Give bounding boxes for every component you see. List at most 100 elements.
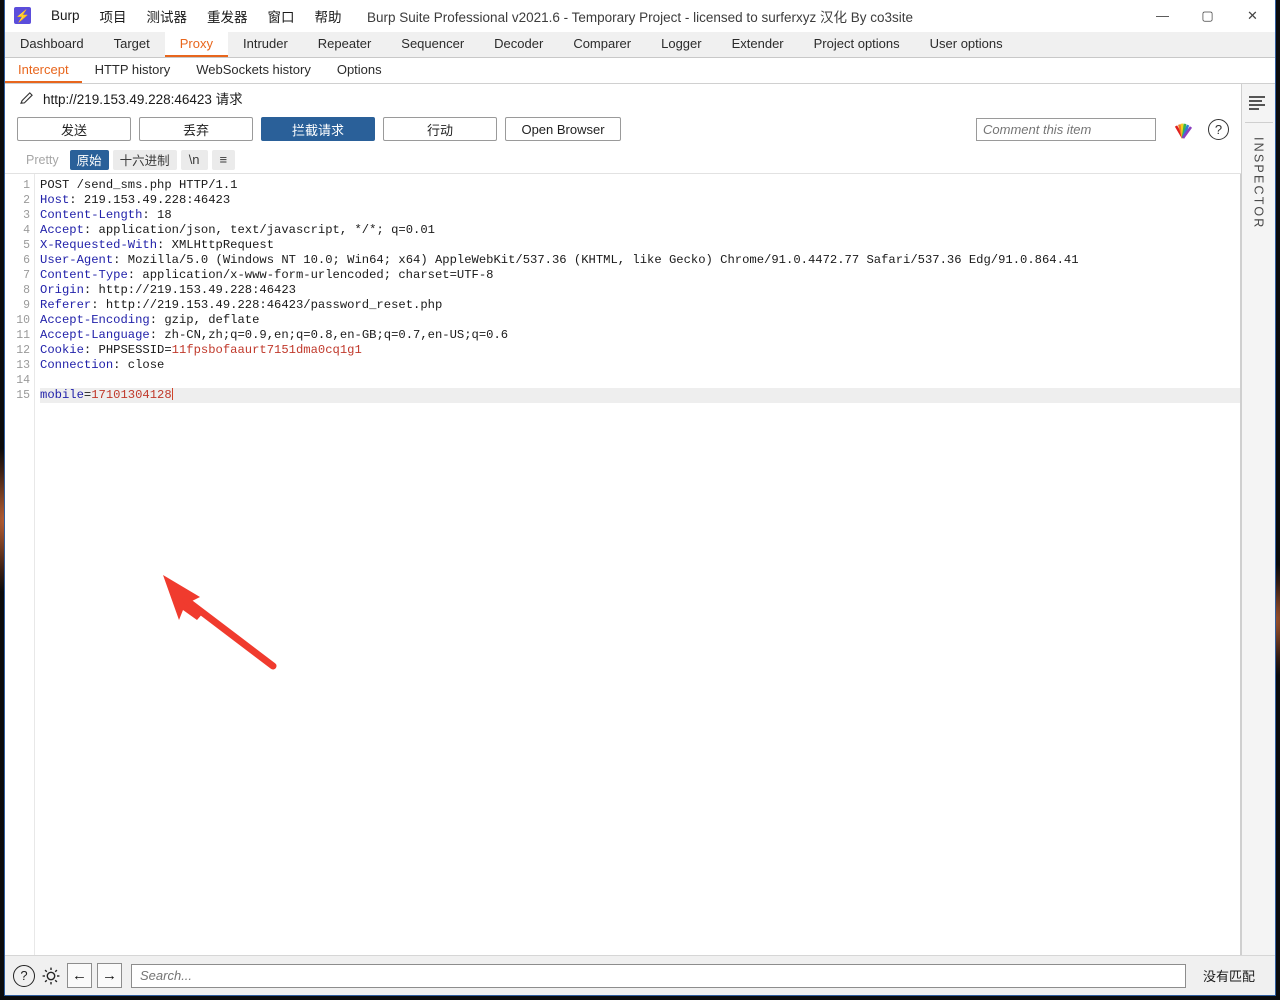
view-mode-raw[interactable]: 原始: [69, 149, 109, 170]
request-line[interactable]: Connection: close: [40, 358, 1240, 373]
view-mode-pretty[interactable]: Pretty: [19, 150, 66, 170]
request-token: : PHPSESSID=: [83, 343, 172, 357]
line-number: 10: [16, 314, 30, 327]
request-token: User-Agent: [40, 253, 114, 267]
menu-item-intruder[interactable]: 测试器: [138, 2, 197, 30]
burp-suite-window: ⚡ Burp 项目 测试器 重发器 窗口 帮助 Burp Suite Profe…: [4, 0, 1276, 996]
line-number: 8: [23, 284, 30, 297]
main-tab-bar: Dashboard Target Proxy Intruder Repeater…: [5, 32, 1275, 58]
request-line[interactable]: Content-Type: application/x-www-form-url…: [40, 268, 1240, 283]
line-number: 5: [23, 239, 30, 252]
rainbow-highlighter-icon[interactable]: [1172, 119, 1194, 139]
comment-input[interactable]: [976, 117, 1156, 141]
menu-item-window[interactable]: 窗口: [259, 2, 304, 30]
request-token: : http://219.153.49.228:46423: [83, 283, 296, 297]
minimize-icon[interactable]: —: [1140, 0, 1185, 32]
request-line[interactable]: [40, 373, 1240, 388]
request-token: : application/x-www-form-urlencoded; cha…: [127, 268, 494, 282]
drop-button[interactable]: 丢弃: [139, 117, 253, 141]
tab-sequencer[interactable]: Sequencer: [386, 32, 479, 57]
search-forward-button[interactable]: →: [97, 963, 122, 988]
request-token: X-Requested-With: [40, 238, 158, 252]
tab-proxy[interactable]: Proxy: [164, 32, 228, 57]
request-line[interactable]: mobile=17101304128: [40, 388, 1240, 403]
request-line[interactable]: POST /send_sms.php HTTP/1.1: [40, 178, 1240, 193]
request-token: 11fpsbofaaurt7151dma0cq1g1: [171, 343, 362, 357]
status-bar: ? ← → 没有匹配: [5, 955, 1275, 995]
window-controls: — ▢ ✕: [1140, 0, 1275, 32]
request-token: : 18: [142, 208, 172, 222]
open-browser-button[interactable]: Open Browser: [505, 117, 621, 141]
pencil-icon: [20, 92, 33, 104]
newline-toggle-icon[interactable]: \n: [180, 149, 208, 170]
inspector-panel[interactable]: INSPECTOR: [1241, 84, 1275, 955]
request-line[interactable]: Accept-Language: zh-CN,zh;q=0.9,en;q=0.8…: [40, 328, 1240, 343]
request-editor[interactable]: 1 2 3 4 5 6 7 8 9 10 11 12 13 14 15 POST /send_sms.php…: [5, 174, 1241, 955]
line-number-gutter: 1 2 3 4 5 6 7 8 9 10 11 12 13 14 15: [5, 174, 35, 955]
line-number: 4: [23, 224, 30, 237]
inspector-label: INSPECTOR: [1251, 137, 1266, 230]
help-circle-icon[interactable]: ?: [13, 964, 35, 987]
tab-dashboard[interactable]: Dashboard: [5, 32, 99, 57]
menu-item-repeater[interactable]: 重发器: [198, 2, 257, 30]
request-line[interactable]: Accept-Encoding: gzip, deflate: [40, 313, 1240, 328]
tab-user-options[interactable]: User options: [915, 32, 1018, 57]
request-token: : 219.153.49.228:46423: [69, 193, 231, 207]
subtab-options[interactable]: Options: [324, 58, 395, 83]
action-button[interactable]: 行动: [383, 117, 497, 141]
request-token: Accept-Language: [40, 328, 150, 342]
tab-project-options[interactable]: Project options: [799, 32, 915, 57]
inspector-lines-icon[interactable]: [1248, 96, 1269, 110]
request-token: : gzip, deflate: [149, 313, 260, 327]
gear-icon[interactable]: [40, 965, 62, 987]
request-token: : XMLHttpRequest: [157, 238, 275, 252]
menu-item-project[interactable]: 项目: [91, 2, 136, 30]
request-token: : close: [113, 358, 165, 372]
intercept-toggle-button[interactable]: 拦截请求: [261, 117, 375, 141]
request-line[interactable]: X-Requested-With: XMLHttpRequest: [40, 238, 1240, 253]
search-back-button[interactable]: ←: [67, 963, 92, 988]
tab-repeater[interactable]: Repeater: [303, 32, 386, 57]
request-line[interactable]: Referer: http://219.153.49.228:46423/pas…: [40, 298, 1240, 313]
request-token: Origin: [40, 283, 84, 297]
editor-menu-icon[interactable]: ≡: [211, 149, 236, 170]
view-mode-hex[interactable]: 十六进制: [112, 149, 177, 170]
burp-lightning-icon: ⚡: [14, 7, 31, 24]
tab-decoder[interactable]: Decoder: [479, 32, 558, 57]
tab-logger[interactable]: Logger: [646, 32, 716, 57]
request-token: : Mozilla/5.0 (Windows NT 10.0; Win64; x…: [113, 253, 1079, 267]
maximize-icon[interactable]: ▢: [1185, 0, 1230, 32]
request-line[interactable]: User-Agent: Mozilla/5.0 (Windows NT 10.0…: [40, 253, 1240, 268]
subtab-intercept[interactable]: Intercept: [5, 58, 82, 83]
request-token: Accept-Encoding: [40, 313, 150, 327]
request-raw-text[interactable]: POST /send_sms.php HTTP/1.1 Host: 219.153…: [35, 174, 1240, 955]
line-number: 14: [16, 374, 30, 387]
request-target-line: http://219.153.49.228:46423 请求: [5, 84, 1241, 112]
menu-item-burp[interactable]: Burp: [42, 4, 89, 27]
line-number: 12: [16, 344, 30, 357]
subtab-http-history[interactable]: HTTP history: [82, 58, 184, 83]
subtab-websockets-history[interactable]: WebSockets history: [183, 58, 324, 83]
line-number: 1: [23, 179, 30, 192]
request-token: : http://219.153.49.228:46423/password_r…: [91, 298, 443, 312]
search-input[interactable]: [131, 963, 1186, 988]
tab-target[interactable]: Target: [99, 32, 165, 57]
match-status-label: 没有匹配: [1202, 969, 1255, 984]
content-area: http://219.153.49.228:46423 请求 发送 丢弃 拦截请…: [5, 84, 1275, 955]
forward-button[interactable]: 发送: [17, 117, 131, 141]
tab-extender[interactable]: Extender: [717, 32, 799, 57]
request-line[interactable]: Content-Length: 18: [40, 208, 1240, 223]
request-line[interactable]: Host: 219.153.49.228:46423: [40, 193, 1240, 208]
help-circle-icon[interactable]: ?: [1208, 118, 1229, 140]
request-line[interactable]: Accept: application/json, text/javascrip…: [40, 223, 1240, 238]
request-line[interactable]: Cookie: PHPSESSID=11fpsbofaaurt7151dma0c…: [40, 343, 1240, 358]
request-line[interactable]: Origin: http://219.153.49.228:46423: [40, 283, 1240, 298]
request-token: Content-Length: [40, 208, 143, 222]
close-icon[interactable]: ✕: [1230, 0, 1275, 32]
tab-comparer[interactable]: Comparer: [558, 32, 646, 57]
request-token: Accept: [40, 223, 84, 237]
line-number: 3: [23, 209, 30, 222]
request-token: mobile: [40, 388, 84, 402]
tab-intruder[interactable]: Intruder: [228, 32, 303, 57]
menu-item-help[interactable]: 帮助: [306, 2, 351, 30]
